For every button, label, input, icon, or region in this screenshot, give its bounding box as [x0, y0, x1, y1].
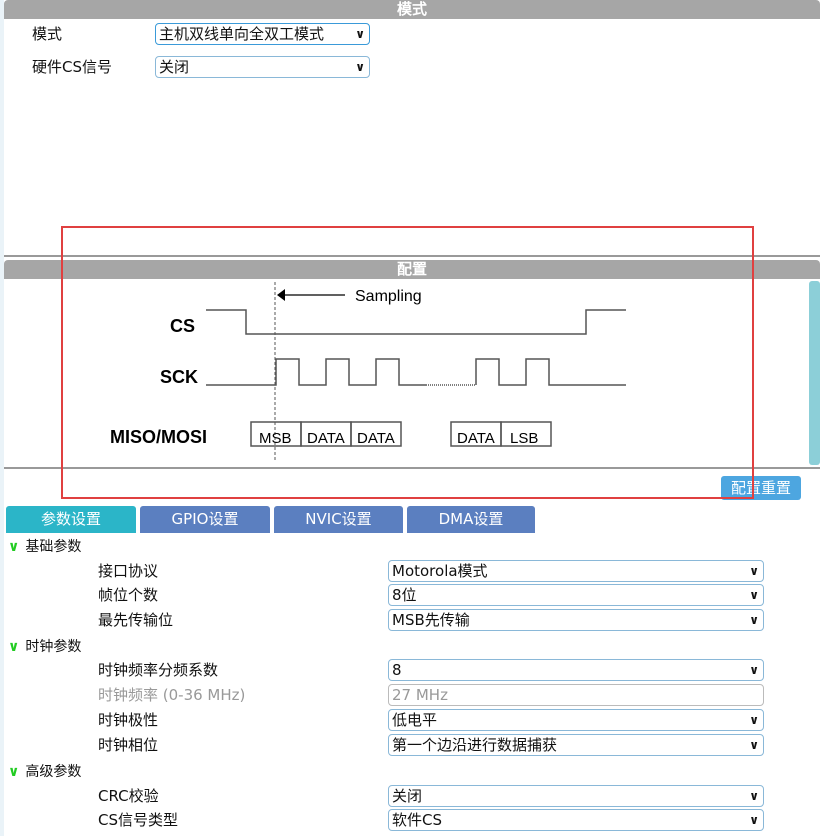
select-value: 第一个边沿进行数据捕获 — [392, 736, 558, 754]
chevron-down-icon: ∨ — [749, 713, 759, 727]
section-clock[interactable]: ∨ 时钟参数 — [8, 638, 81, 656]
chevron-down-icon: ∨ — [749, 738, 759, 752]
field-label: 时钟极性 — [98, 711, 159, 729]
field-label: 时钟相位 — [98, 736, 159, 754]
tab-params[interactable]: 参数设置 — [6, 506, 136, 533]
section-title: 时钟参数 — [25, 639, 82, 655]
section-basic[interactable]: ∨ 基础参数 — [8, 538, 81, 556]
field-label: 接口协议 — [98, 562, 159, 580]
field-label: 帧位个数 — [98, 586, 159, 604]
frame-bits-select[interactable]: 8位 ∨ — [388, 584, 764, 606]
chevron-down-icon: ∨ — [749, 789, 759, 803]
section-advanced[interactable]: ∨ 高级参数 — [8, 763, 81, 781]
select-value: 关闭 — [392, 787, 423, 805]
first-bit-select[interactable]: MSB先传输 ∨ — [388, 609, 764, 631]
section-title: 基础参数 — [25, 539, 82, 555]
tab-gpio[interactable]: GPIO设置 — [140, 506, 270, 533]
select-value: 8位 — [392, 586, 417, 604]
chevron-down-icon: ∨ — [749, 564, 759, 578]
scrollbar[interactable] — [809, 281, 820, 465]
select-value: 8 — [392, 661, 402, 679]
chevron-down-icon: ∨ — [749, 613, 759, 627]
field-label: 时钟频率 (0-36 MHz) — [98, 686, 246, 704]
field-label: 时钟频率分频系数 — [98, 661, 219, 679]
select-value: 软件CS — [392, 811, 442, 829]
section-title: 高级参数 — [25, 764, 82, 780]
chevron-down-icon: ∨ — [749, 663, 759, 677]
clock-polarity-select[interactable]: 低电平 ∨ — [388, 709, 764, 731]
crc-select[interactable]: 关闭 ∨ — [388, 785, 764, 807]
tab-dma[interactable]: DMA设置 — [407, 506, 535, 533]
select-value: MSB先传输 — [392, 611, 470, 629]
field-label: CRC校验 — [98, 787, 159, 805]
interface-protocol-select[interactable]: Motorola模式 ∨ — [388, 560, 764, 582]
input-value: 27 MHz — [392, 686, 448, 704]
chevron-down-icon: ∨ — [749, 813, 759, 827]
chevron-down-icon: ∨ — [8, 639, 20, 655]
clock-divider-select[interactable]: 8 ∨ — [388, 659, 764, 681]
tab-nvic[interactable]: NVIC设置 — [274, 506, 403, 533]
select-value: Motorola模式 — [392, 562, 488, 580]
field-label: 最先传输位 — [98, 611, 174, 629]
clock-phase-select[interactable]: 第一个边沿进行数据捕获 ∨ — [388, 734, 764, 756]
chevron-down-icon: ∨ — [8, 539, 20, 555]
clock-frequency-input: 27 MHz — [388, 684, 764, 706]
chevron-down-icon: ∨ — [8, 764, 20, 780]
highlight-box — [61, 226, 754, 499]
cs-type-select[interactable]: 软件CS ∨ — [388, 809, 764, 831]
chevron-down-icon: ∨ — [749, 588, 759, 602]
select-value: 低电平 — [392, 711, 438, 729]
field-label: CS信号类型 — [98, 811, 178, 829]
